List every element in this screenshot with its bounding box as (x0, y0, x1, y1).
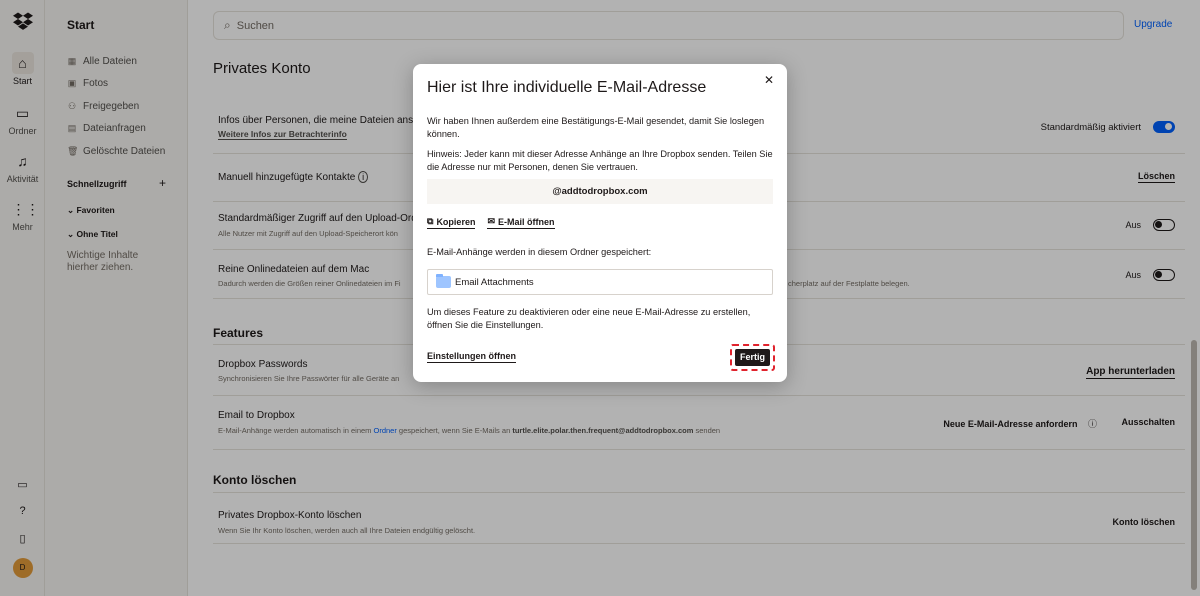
copy-icon: ⧉ (427, 216, 434, 226)
mail-icon: ✉ (487, 216, 495, 226)
email-address-display: @addtodropbox.com (427, 179, 773, 204)
folder-label: E-Mail-Anhänge werden in diesem Ordner g… (427, 247, 652, 257)
open-settings-link[interactable]: Einstellungen öffnen (427, 351, 516, 363)
open-email-button[interactable]: ✉ E-Mail öffnen (487, 216, 555, 229)
done-button-highlight: Fertig (730, 344, 775, 371)
attachments-folder-field[interactable]: Email Attachments (427, 269, 773, 295)
email-address-dialog: Hier ist Ihre individuelle E-Mail-Adress… (413, 64, 787, 382)
dialog-title: Hier ist Ihre individuelle E-Mail-Adress… (427, 79, 707, 96)
dialog-confirmation-text: Wir haben Ihnen außerdem eine Bestätigun… (427, 116, 765, 139)
dialog-warning-text: Hinweis: Jeder kann mit dieser Adresse A… (427, 149, 773, 172)
done-button[interactable]: Fertig (735, 349, 770, 366)
settings-hint-text: Um dieses Feature zu deaktivieren oder e… (427, 307, 751, 330)
copy-button[interactable]: ⧉ Kopieren (427, 216, 476, 229)
folder-icon (436, 274, 451, 288)
address-actions: ⧉ Kopieren ✉ E-Mail öffnen (427, 216, 555, 229)
close-icon[interactable]: ✕ (761, 72, 777, 88)
